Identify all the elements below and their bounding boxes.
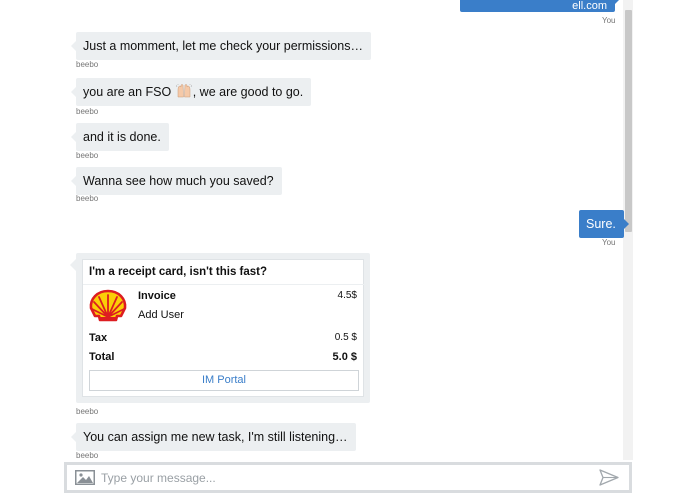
receipt-item-title: Invoice: [138, 290, 176, 302]
receipt-divider: [83, 284, 365, 285]
user-message-text: ell.com: [572, 0, 607, 12]
bot-message-bubble: Wanna see how much you saved?: [71, 167, 282, 195]
bot-message-bubble: and it is done.: [71, 123, 169, 151]
message-input[interactable]: [101, 468, 581, 488]
message-sender: beebo: [76, 107, 99, 116]
receipt-total-value: 5.0 $: [332, 351, 357, 363]
receipt-card-bubble: I'm a receipt card, isn't this fast? Inv…: [70, 253, 370, 403]
shell-logo-icon: [89, 289, 127, 322]
message-sender: beebo: [76, 151, 99, 160]
receipt-title: I'm a receipt card, isn't this fast?: [89, 266, 268, 278]
receipt-item-price: 4.5$: [337, 290, 357, 301]
message-sender: You: [602, 16, 616, 25]
user-message-bubble: ell.com: [460, 0, 620, 12]
message-sender: beebo: [76, 194, 99, 203]
receipt-tax-label: Tax: [89, 332, 108, 344]
image-icon[interactable]: [75, 470, 95, 485]
message-sender: You: [602, 238, 616, 247]
bot-message-bubble: you are an FSO , we are good to go.: [70, 78, 312, 106]
receipt-total-label: Total: [89, 351, 115, 363]
raised-hands-emoji-icon: [175, 84, 192, 98]
message-sender: beebo: [76, 60, 99, 69]
message-sender: beebo: [76, 451, 99, 460]
receipt-tax-value: 0.5 $: [334, 332, 357, 343]
bot-message-bubble: Just a momment, let me check your permis…: [71, 32, 371, 60]
im-portal-button[interactable]: IM Portal: [89, 370, 359, 391]
send-icon[interactable]: [599, 469, 619, 486]
bot-message-bubble: You can assign me new task, I'm still li…: [71, 423, 356, 451]
bot-message-text: and it is done.: [83, 130, 161, 144]
user-message-bubble: Sure.: [579, 210, 629, 238]
bot-message-text: Wanna see how much you saved?: [83, 174, 274, 188]
user-message-text: Sure.: [586, 217, 616, 231]
bot-message-text: Just a momment, let me check your permis…: [83, 39, 363, 53]
bot-message-text: , we are good to go.: [192, 85, 304, 99]
bot-message-text: you are an FSO: [83, 85, 172, 99]
receipt-card: I'm a receipt card, isn't this fast? Inv…: [82, 259, 365, 397]
message-sender: beebo: [76, 407, 99, 416]
receipt-item-subtitle: Add User: [138, 309, 184, 321]
chat-history: ell.com You Just a momment, let me check…: [0, 0, 695, 460]
scrollbar-thumb[interactable]: [625, 10, 632, 232]
message-composer: [64, 462, 632, 493]
bot-message-text: You can assign me new task, I'm still li…: [83, 430, 348, 444]
